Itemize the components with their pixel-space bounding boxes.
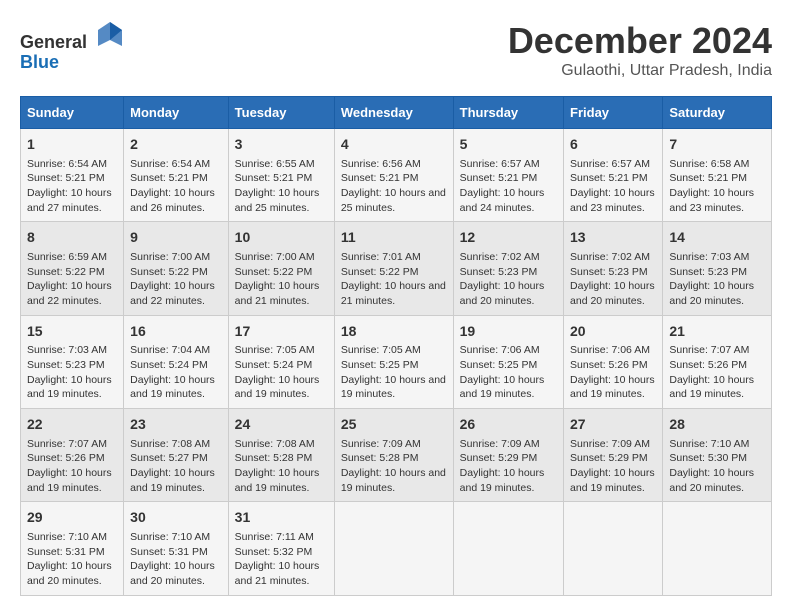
day-cell-17: 17Sunrise: 7:05 AMSunset: 5:24 PMDayligh… <box>228 315 334 408</box>
day-number: 4 <box>341 135 447 155</box>
day-cell-26: 26Sunrise: 7:09 AMSunset: 5:29 PMDayligh… <box>453 409 563 502</box>
day-number: 19 <box>460 322 557 342</box>
header-cell-tuesday: Tuesday <box>228 97 334 129</box>
calendar-table: SundayMondayTuesdayWednesdayThursdayFrid… <box>20 96 772 596</box>
header-cell-friday: Friday <box>564 97 663 129</box>
header: General Blue December 2024 Gulaothi, Utt… <box>20 20 772 80</box>
day-cell-2: 2Sunrise: 6:54 AMSunset: 5:21 PMDaylight… <box>124 129 229 222</box>
logo: General Blue <box>20 20 124 73</box>
header-cell-wednesday: Wednesday <box>334 97 453 129</box>
day-cell-28: 28Sunrise: 7:10 AMSunset: 5:30 PMDayligh… <box>663 409 772 502</box>
day-cell-15: 15Sunrise: 7:03 AMSunset: 5:23 PMDayligh… <box>21 315 124 408</box>
day-cell-11: 11Sunrise: 7:01 AMSunset: 5:22 PMDayligh… <box>334 222 453 315</box>
day-number: 6 <box>570 135 656 155</box>
day-number: 16 <box>130 322 222 342</box>
day-number: 29 <box>27 508 117 528</box>
day-cell-6: 6Sunrise: 6:57 AMSunset: 5:21 PMDaylight… <box>564 129 663 222</box>
day-number: 20 <box>570 322 656 342</box>
week-row-3: 15Sunrise: 7:03 AMSunset: 5:23 PMDayligh… <box>21 315 772 408</box>
day-number: 15 <box>27 322 117 342</box>
day-cell-16: 16Sunrise: 7:04 AMSunset: 5:24 PMDayligh… <box>124 315 229 408</box>
logo-icon <box>96 20 124 48</box>
day-cell-7: 7Sunrise: 6:58 AMSunset: 5:21 PMDaylight… <box>663 129 772 222</box>
day-cell-21: 21Sunrise: 7:07 AMSunset: 5:26 PMDayligh… <box>663 315 772 408</box>
empty-cell <box>663 502 772 595</box>
day-cell-13: 13Sunrise: 7:02 AMSunset: 5:23 PMDayligh… <box>564 222 663 315</box>
day-cell-9: 9Sunrise: 7:00 AMSunset: 5:22 PMDaylight… <box>124 222 229 315</box>
day-cell-18: 18Sunrise: 7:05 AMSunset: 5:25 PMDayligh… <box>334 315 453 408</box>
day-number: 10 <box>235 228 328 248</box>
empty-cell <box>334 502 453 595</box>
day-number: 3 <box>235 135 328 155</box>
location-title: Gulaothi, Uttar Pradesh, India <box>508 62 772 80</box>
day-number: 27 <box>570 415 656 435</box>
day-cell-3: 3Sunrise: 6:55 AMSunset: 5:21 PMDaylight… <box>228 129 334 222</box>
empty-cell <box>564 502 663 595</box>
empty-cell <box>453 502 563 595</box>
day-cell-10: 10Sunrise: 7:00 AMSunset: 5:22 PMDayligh… <box>228 222 334 315</box>
logo-blue: Blue <box>20 52 59 72</box>
header-row: SundayMondayTuesdayWednesdayThursdayFrid… <box>21 97 772 129</box>
day-cell-19: 19Sunrise: 7:06 AMSunset: 5:25 PMDayligh… <box>453 315 563 408</box>
day-number: 8 <box>27 228 117 248</box>
day-number: 30 <box>130 508 222 528</box>
day-cell-27: 27Sunrise: 7:09 AMSunset: 5:29 PMDayligh… <box>564 409 663 502</box>
day-number: 5 <box>460 135 557 155</box>
day-cell-30: 30Sunrise: 7:10 AMSunset: 5:31 PMDayligh… <box>124 502 229 595</box>
day-number: 12 <box>460 228 557 248</box>
day-cell-31: 31Sunrise: 7:11 AMSunset: 5:32 PMDayligh… <box>228 502 334 595</box>
month-title: December 2024 <box>508 20 772 62</box>
day-cell-12: 12Sunrise: 7:02 AMSunset: 5:23 PMDayligh… <box>453 222 563 315</box>
day-number: 18 <box>341 322 447 342</box>
day-cell-25: 25Sunrise: 7:09 AMSunset: 5:28 PMDayligh… <box>334 409 453 502</box>
day-cell-1: 1Sunrise: 6:54 AMSunset: 5:21 PMDaylight… <box>21 129 124 222</box>
day-cell-22: 22Sunrise: 7:07 AMSunset: 5:26 PMDayligh… <box>21 409 124 502</box>
day-cell-5: 5Sunrise: 6:57 AMSunset: 5:21 PMDaylight… <box>453 129 563 222</box>
day-cell-20: 20Sunrise: 7:06 AMSunset: 5:26 PMDayligh… <box>564 315 663 408</box>
week-row-5: 29Sunrise: 7:10 AMSunset: 5:31 PMDayligh… <box>21 502 772 595</box>
day-number: 22 <box>27 415 117 435</box>
day-number: 17 <box>235 322 328 342</box>
day-cell-8: 8Sunrise: 6:59 AMSunset: 5:22 PMDaylight… <box>21 222 124 315</box>
day-number: 31 <box>235 508 328 528</box>
header-cell-thursday: Thursday <box>453 97 563 129</box>
day-cell-29: 29Sunrise: 7:10 AMSunset: 5:31 PMDayligh… <box>21 502 124 595</box>
week-row-4: 22Sunrise: 7:07 AMSunset: 5:26 PMDayligh… <box>21 409 772 502</box>
day-number: 28 <box>669 415 765 435</box>
header-cell-monday: Monday <box>124 97 229 129</box>
day-number: 1 <box>27 135 117 155</box>
day-number: 13 <box>570 228 656 248</box>
title-section: December 2024 Gulaothi, Uttar Pradesh, I… <box>508 20 772 80</box>
day-number: 9 <box>130 228 222 248</box>
week-row-2: 8Sunrise: 6:59 AMSunset: 5:22 PMDaylight… <box>21 222 772 315</box>
day-number: 24 <box>235 415 328 435</box>
header-cell-saturday: Saturday <box>663 97 772 129</box>
day-cell-4: 4Sunrise: 6:56 AMSunset: 5:21 PMDaylight… <box>334 129 453 222</box>
day-number: 25 <box>341 415 447 435</box>
day-number: 2 <box>130 135 222 155</box>
day-cell-24: 24Sunrise: 7:08 AMSunset: 5:28 PMDayligh… <box>228 409 334 502</box>
day-number: 11 <box>341 228 447 248</box>
day-number: 7 <box>669 135 765 155</box>
day-number: 21 <box>669 322 765 342</box>
logo-general: General <box>20 32 87 52</box>
week-row-1: 1Sunrise: 6:54 AMSunset: 5:21 PMDaylight… <box>21 129 772 222</box>
day-number: 26 <box>460 415 557 435</box>
day-number: 23 <box>130 415 222 435</box>
day-cell-23: 23Sunrise: 7:08 AMSunset: 5:27 PMDayligh… <box>124 409 229 502</box>
day-number: 14 <box>669 228 765 248</box>
header-cell-sunday: Sunday <box>21 97 124 129</box>
day-cell-14: 14Sunrise: 7:03 AMSunset: 5:23 PMDayligh… <box>663 222 772 315</box>
